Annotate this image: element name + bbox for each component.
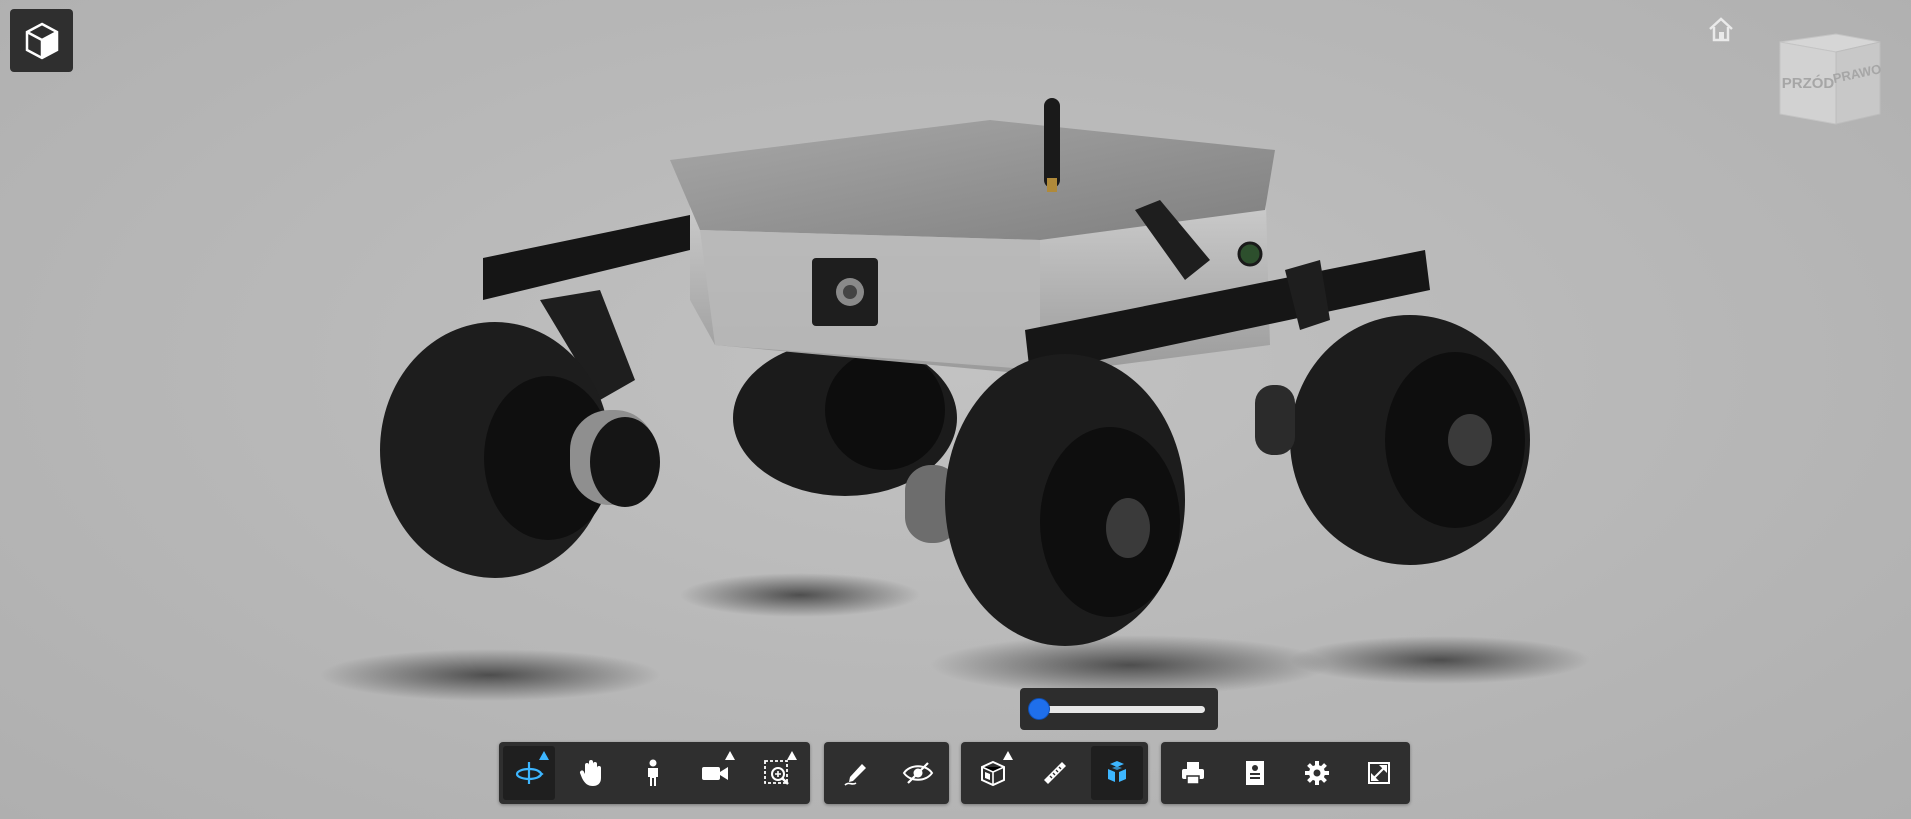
camera-tool-button[interactable] [689, 746, 741, 800]
pan-tool-button[interactable] [565, 746, 617, 800]
explode-slider-panel [1020, 688, 1218, 730]
zoom-window-icon [762, 758, 792, 788]
hide-eye-icon [902, 761, 934, 785]
hide-tool-button[interactable] [892, 746, 944, 800]
app-tools-group [1161, 742, 1410, 804]
fullscreen-icon [1367, 761, 1391, 785]
navigation-tools-group [499, 742, 810, 804]
rover-model-render[interactable] [0, 0, 1911, 819]
viewcube-front-label[interactable]: PRZÓD [1782, 74, 1835, 92]
orbit-tool-button[interactable] [503, 746, 555, 800]
explode-tool-button[interactable] [1091, 746, 1143, 800]
first-person-icon [642, 758, 664, 788]
markup-tools-group [824, 742, 949, 804]
model-browser-button[interactable] [10, 9, 73, 72]
section-tool-button[interactable] [967, 746, 1019, 800]
settings-gear-icon [1303, 759, 1331, 787]
submenu-arrow-icon [787, 751, 797, 760]
measure-ruler-icon [1041, 759, 1069, 787]
submenu-arrow-icon [1003, 751, 1013, 760]
print-button[interactable] [1167, 746, 1219, 800]
home-icon [1706, 15, 1736, 43]
first-person-tool-button[interactable] [627, 746, 679, 800]
pan-hand-icon [577, 758, 605, 788]
section-box-icon [979, 759, 1007, 787]
fullscreen-button[interactable] [1353, 746, 1405, 800]
model-tools-group [961, 742, 1148, 804]
submenu-arrow-icon [539, 751, 549, 760]
properties-icon [1243, 759, 1267, 787]
home-view-button[interactable] [1706, 15, 1736, 43]
viewcube[interactable]: PRZÓD PRAWO [1776, 30, 1886, 130]
submenu-arrow-icon [725, 751, 735, 760]
explode-slider-track[interactable] [1038, 706, 1205, 713]
settings-button[interactable] [1291, 746, 1343, 800]
zoom-window-tool-button[interactable] [751, 746, 803, 800]
properties-button[interactable] [1229, 746, 1281, 800]
camera-icon [700, 762, 730, 784]
model-browser-cube-icon [25, 22, 59, 60]
3d-viewport[interactable]: PRZÓD PRAWO [0, 0, 1911, 819]
markup-pen-icon [842, 759, 870, 787]
explode-model-icon [1102, 758, 1132, 788]
explode-slider-thumb[interactable] [1028, 698, 1050, 720]
orbit-icon [514, 758, 544, 788]
markup-tool-button[interactable] [830, 746, 882, 800]
measure-tool-button[interactable] [1029, 746, 1081, 800]
print-icon [1179, 759, 1207, 787]
